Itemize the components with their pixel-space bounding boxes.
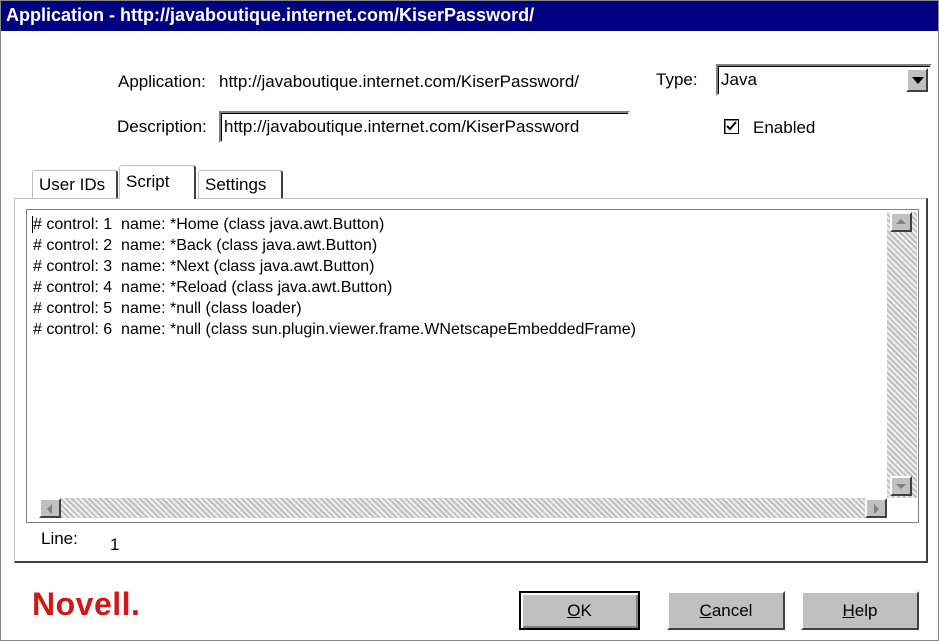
tab-script[interactable]: Script bbox=[119, 165, 196, 199]
tab-user-ids-label: User IDs bbox=[39, 175, 106, 194]
chevron-down-icon bbox=[912, 77, 924, 84]
script-line: # control: 2 name: *Back (class java.awt… bbox=[33, 237, 378, 254]
tab-user-ids[interactable]: User IDs bbox=[32, 170, 118, 198]
type-select[interactable]: Java bbox=[716, 64, 932, 96]
application-value: http://javaboutique.internet.com/KiserPa… bbox=[219, 72, 580, 91]
line-label: Line: bbox=[41, 529, 78, 548]
ok-button-label: OK bbox=[567, 601, 592, 620]
window-title: Application - http://javaboutique.intern… bbox=[6, 5, 535, 25]
description-label: Description: bbox=[117, 117, 207, 136]
ok-button[interactable]: OK bbox=[519, 591, 640, 630]
novell-logo: Novell. bbox=[32, 586, 141, 622]
cancel-button[interactable]: Cancel bbox=[667, 591, 785, 630]
script-text: # control: 1 name: *Home (class java.awt… bbox=[33, 214, 636, 340]
enabled-checkbox[interactable] bbox=[724, 119, 739, 134]
type-label: Type: bbox=[656, 70, 698, 89]
scroll-down-button[interactable] bbox=[890, 476, 912, 496]
vertical-scrollbar[interactable] bbox=[887, 212, 917, 498]
help-button[interactable]: Help bbox=[801, 591, 919, 630]
application-label: Application: bbox=[118, 72, 206, 91]
scroll-left-button[interactable] bbox=[39, 498, 61, 518]
horizontal-scrollbar[interactable] bbox=[39, 498, 887, 518]
tab-script-label: Script bbox=[126, 172, 170, 191]
arrow-right-icon bbox=[874, 504, 879, 514]
cancel-button-label: Cancel bbox=[699, 601, 753, 620]
type-dropdown-button[interactable] bbox=[906, 68, 928, 92]
arrow-down-icon bbox=[896, 484, 906, 489]
tab-settings[interactable]: Settings bbox=[198, 170, 283, 198]
enabled-label[interactable]: Enabled bbox=[753, 118, 815, 138]
script-line: # control: 1 name: *Home (class java.awt… bbox=[33, 216, 385, 233]
scroll-up-button[interactable] bbox=[890, 212, 912, 232]
arrow-up-icon bbox=[896, 219, 906, 224]
title-bar[interactable]: Application - http://javaboutique.intern… bbox=[1, 1, 938, 31]
script-editor[interactable]: # control: 1 name: *Home (class java.awt… bbox=[26, 209, 919, 523]
scroll-right-button[interactable] bbox=[865, 498, 887, 518]
checkmark-icon bbox=[726, 121, 737, 131]
script-line: # control: 5 name: *null (class loader) bbox=[33, 300, 302, 317]
script-line: # control: 4 name: *Reload (class java.a… bbox=[33, 279, 393, 296]
tab-settings-label: Settings bbox=[205, 175, 267, 194]
description-value: http://javaboutique.internet.com/KiserPa… bbox=[224, 117, 580, 136]
arrow-left-icon bbox=[47, 504, 52, 514]
script-line: # control: 6 name: *null (class sun.plug… bbox=[33, 321, 636, 338]
help-button-label: Help bbox=[842, 601, 878, 620]
application-dialog: Application - http://javaboutique.intern… bbox=[0, 0, 939, 641]
type-selected-value: Java bbox=[721, 70, 757, 89]
script-line: # control: 3 name: *Next (class java.awt… bbox=[33, 258, 375, 275]
description-input[interactable]: http://javaboutique.internet.com/KiserPa… bbox=[219, 111, 630, 143]
line-number: 1 bbox=[110, 535, 120, 554]
